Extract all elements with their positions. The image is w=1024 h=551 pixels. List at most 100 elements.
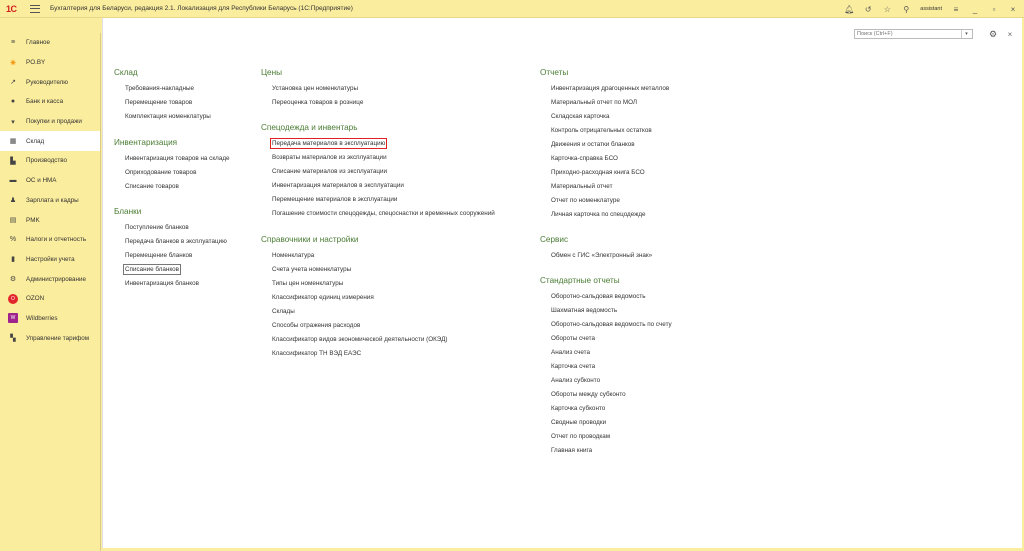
link-kartochka-bso[interactable]: Карточка-справка БСО (551, 155, 618, 162)
link-vozvraty-materialov[interactable]: Возвраты материалов из эксплуатации (272, 154, 387, 161)
star-icon[interactable]: ☆ (882, 4, 892, 14)
sidebar-item-nalogi[interactable]: % Налоги и отчетность (0, 230, 100, 250)
settings-menu-icon[interactable]: ≡ (951, 4, 961, 14)
coin-icon: ● (10, 98, 16, 106)
link-oprikhodovanie[interactable]: Оприходование товаров (125, 169, 196, 176)
sidebar-item-label: Зарплата и кадры (26, 196, 79, 204)
link-sklady[interactable]: Склады (272, 308, 295, 315)
link-lichnaya-kartochka[interactable]: Личная карточка по спецодежде (551, 211, 646, 218)
sidebar-item-sklad[interactable]: ▦ Склад (0, 131, 100, 152)
maximize-icon[interactable]: ▫ (989, 4, 999, 14)
link-kartochka-scheta[interactable]: Карточка счета (551, 363, 595, 370)
bell-icon[interactable]: 🔔︎ (844, 4, 854, 14)
sidebar-item-label: Управление тарифом (26, 334, 90, 342)
link-klassifikator-tn-ved[interactable]: Классификатор ТН ВЭД ЕАЭС (272, 350, 361, 357)
sidebar-item-label: PO.BY (26, 59, 46, 67)
sidebar-item-zarplata[interactable]: ♟ Зарплата и кадры (0, 191, 100, 211)
link-otchet-dragmetally[interactable]: Инвентаризация драгоценных металлов (551, 85, 669, 92)
window-title: Бухгалтерия для Беларуси, редакция 2.1. … (50, 5, 353, 12)
link-oboroty-scheta[interactable]: Обороты счета (551, 335, 595, 342)
main-menu-icon[interactable] (30, 4, 40, 13)
sidebar-item-pokupki[interactable]: ▾ Покупки и продажи (0, 112, 100, 132)
link-analiz-subkonto[interactable]: Анализ субконто (551, 377, 600, 384)
link-peremeshchenie-materialov[interactable]: Перемещение материалов в эксплуатации (272, 196, 397, 203)
link-peredacha-materialov[interactable]: Передача материалов в эксплуатацию (269, 138, 388, 149)
link-svodnye-provodki[interactable]: Сводные проводки (551, 419, 606, 426)
history-icon[interactable]: ↺ (863, 4, 873, 14)
link-kontrol-ostatkov[interactable]: Контроль отрицательных остатков (551, 127, 652, 134)
book-icon: ▮ (11, 256, 15, 264)
link-otchet-nomenklatura[interactable]: Отчет по номенклатуре (551, 197, 620, 204)
link-klassifikator-oked[interactable]: Классификатор видов экономической деятел… (272, 336, 447, 343)
link-obmen-gis[interactable]: Обмен с ГИС «Электронный знак» (551, 252, 652, 259)
gear-icon[interactable]: ⚙ (988, 29, 998, 39)
link-klassifikator-edinits[interactable]: Классификатор единиц измерения (272, 294, 374, 301)
percent-icon: % (9, 236, 17, 244)
sidebar-item-label: Налоги и отчетность (26, 236, 87, 244)
sidebar-item-label: Банк и касса (26, 98, 64, 106)
link-skladskaya-kartochka[interactable]: Складская карточка (551, 113, 610, 120)
link-spisanie-tovarov[interactable]: Списание товаров (125, 183, 179, 190)
link-peremeshchenie-tovarov[interactable]: Перемещение товаров (125, 99, 192, 106)
sidebar-item-poby[interactable]: ✳ PO.BY (0, 53, 100, 73)
link-spisanie-blankov[interactable]: Списание бланков (122, 264, 182, 275)
section-title-specodezhda: Спецодежда и инвентарь (261, 123, 358, 132)
link-ustanovka-tsen[interactable]: Установка цен номенклатуры (272, 85, 358, 92)
link-peredacha-blankov[interactable]: Передача бланков в эксплуатацию (125, 238, 227, 245)
link-peremeshchenie-blankov[interactable]: Перемещение бланков (125, 252, 192, 259)
minimize-icon[interactable]: _ (970, 4, 980, 14)
link-analiz-scheta[interactable]: Анализ счета (551, 349, 590, 356)
link-materialnyi-otchet[interactable]: Материальный отчет (551, 183, 612, 190)
sidebar-item-pmk[interactable]: ▤ PMK (0, 210, 100, 230)
link-kartochka-subkonto[interactable]: Карточка субконто (551, 405, 605, 412)
sidebar-item-label: PMK (26, 216, 40, 224)
cart-icon: ▾ (11, 118, 15, 126)
link-dvizheniya-blankov[interactable]: Движения и остатки бланков (551, 141, 635, 148)
sidebar-item-proizvodstvo[interactable]: ▙ Производство (0, 151, 100, 171)
search-icon[interactable]: ⚲ (901, 4, 911, 14)
link-osv-po-schetu[interactable]: Оборотно-сальдовая ведомость по счету (551, 321, 672, 328)
close-icon[interactable]: × (1006, 29, 1014, 39)
link-komplektatsiya[interactable]: Комплектация номенклатуры (125, 113, 211, 120)
link-glavnaya-kniga[interactable]: Главная книга (551, 447, 592, 454)
link-inventarizatsiya-tovarov[interactable]: Инвентаризация товаров на складе (125, 155, 230, 162)
link-otchet-mol[interactable]: Материальный отчет по МОЛ (551, 99, 637, 106)
sidebar-item-ozon[interactable]: O OZON (0, 289, 100, 309)
link-shakhmatnaya[interactable]: Шахматная ведомость (551, 307, 617, 314)
title-bar: 1С Бухгалтерия для Беларуси, редакция 2.… (0, 0, 1024, 18)
link-kniga-bso[interactable]: Приходно-расходная книга БСО (551, 169, 645, 176)
search-dropdown-icon[interactable]: ▾ (961, 30, 971, 38)
link-inventarizatsiya-blankov[interactable]: Инвентаризация бланков (125, 280, 199, 287)
link-sposoby-otrazheniya[interactable]: Способы отражения расходов (272, 322, 360, 329)
search-input[interactable] (855, 30, 961, 38)
sidebar-item-tarif[interactable]: ▚ Управление тарифом (0, 328, 100, 348)
sidebar: ≡ Главное ✳ PO.BY ↗ Руководителю ● Банк и ка… (0, 33, 101, 551)
link-pogashenie-stoimosti[interactable]: Погашение стоимости спецодежды, спецосна… (272, 210, 495, 217)
link-tipy-tsen[interactable]: Типы цен номенклатуры (272, 280, 343, 287)
link-scheta-ucheta[interactable]: Счета учета номенклатуры (272, 266, 351, 273)
link-postuplenie-blankov[interactable]: Поступление бланков (125, 224, 189, 231)
sidebar-item-rukovoditelyu[interactable]: ↗ Руководителю (0, 72, 100, 92)
sidebar-item-label: OZON (26, 295, 45, 303)
username[interactable]: assistant (920, 6, 942, 12)
link-inventarizatsiya-materialov[interactable]: Инвентаризация материалов в эксплуатации (272, 182, 404, 189)
link-oboroty-subkonto[interactable]: Обороты между субконто (551, 391, 626, 398)
sidebar-item-label: ОС и НМА (26, 177, 57, 185)
sidebar-item-nastroyki[interactable]: ▮ Настройки учета (0, 250, 100, 270)
link-osv[interactable]: Оборотно-сальдовая ведомость (551, 293, 646, 300)
section-title-servis: Сервис (540, 235, 569, 244)
link-trebovaniya[interactable]: Требования-накладные (125, 85, 194, 92)
factory-icon: ▙ (10, 157, 16, 165)
link-pereotsenka[interactable]: Переоценка товаров в рознице (272, 99, 363, 106)
sidebar-item-os-nma[interactable]: ▬ ОС и НМА (0, 171, 100, 191)
close-window-icon[interactable]: × (1008, 4, 1018, 14)
link-nomenklatura[interactable]: Номенклатура (272, 252, 314, 259)
sidebar-item-admin[interactable]: ⚙ Администрирование (0, 269, 100, 289)
section-title-sklad: Склад (114, 68, 138, 77)
sidebar-item-wildberries[interactable]: W Wildberries (0, 309, 100, 329)
link-spisanie-materialov[interactable]: Списание материалов из эксплуатации (272, 168, 387, 175)
sidebar-item-glavnoe[interactable]: ≡ Главное (0, 33, 100, 53)
tariff-icon: ▚ (10, 335, 16, 343)
sidebar-item-bank[interactable]: ● Банк и касса (0, 92, 100, 112)
link-otchet-po-provodkam[interactable]: Отчет по проводкам (551, 433, 610, 440)
